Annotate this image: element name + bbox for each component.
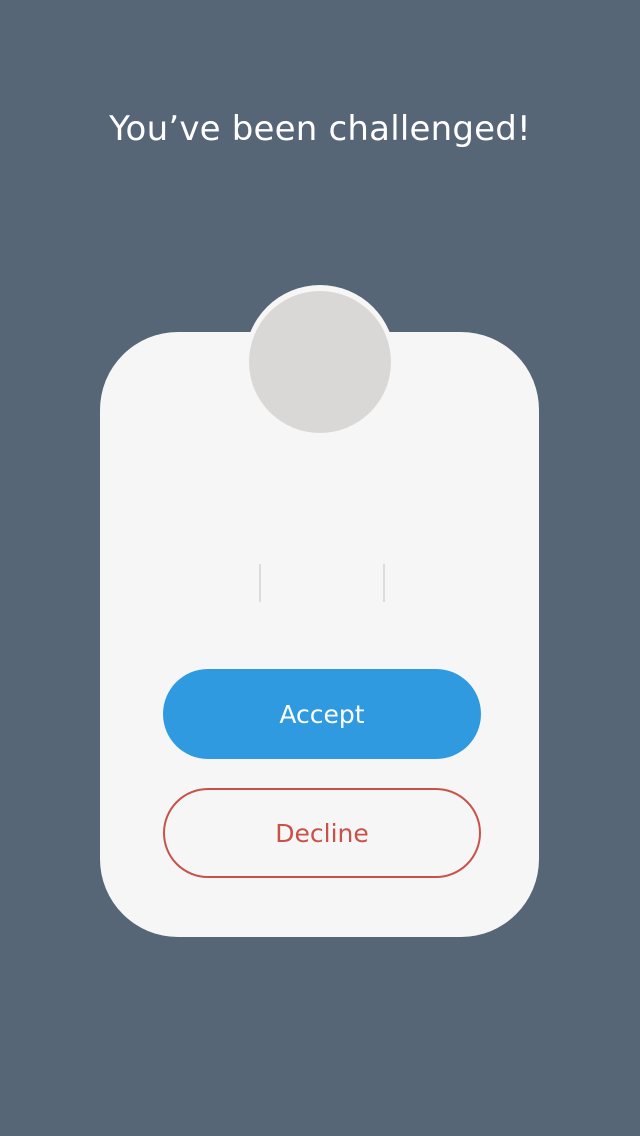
decline-button-label: Decline [275,818,369,848]
divider-left [259,564,261,602]
avatar [249,291,391,433]
decline-button[interactable]: Decline [163,788,481,878]
divider-right [383,564,385,602]
accept-button-label: Accept [279,699,365,729]
challenge-screen: You’ve been challenged! Accept Decline [0,0,640,1136]
accept-button[interactable]: Accept [163,669,481,759]
page-title: You’ve been challenged! [109,109,531,149]
